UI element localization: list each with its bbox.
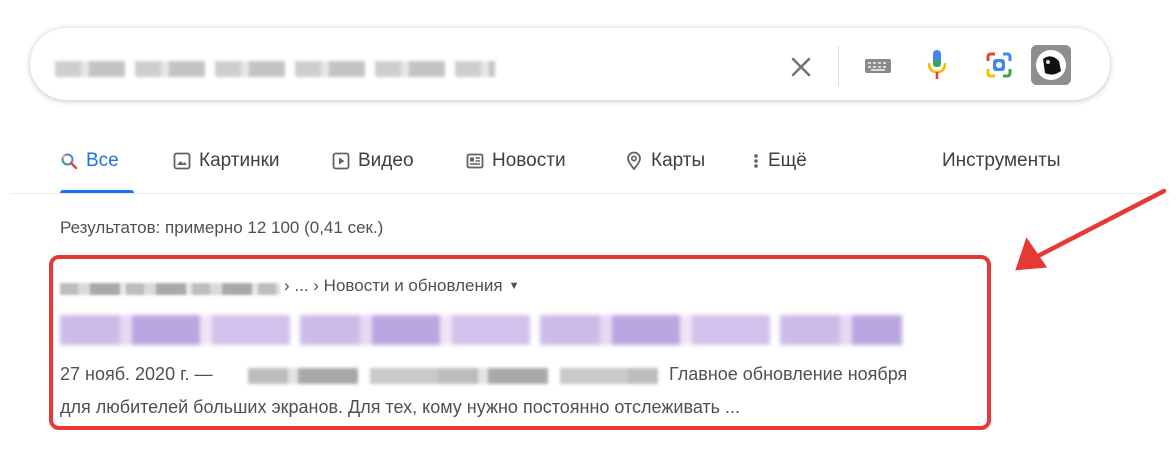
microphone-icon[interactable] <box>926 48 948 82</box>
avatar-image-icon <box>1031 45 1071 85</box>
close-icon[interactable] <box>786 52 816 82</box>
image-icon <box>173 152 191 170</box>
tabs-divider <box>10 193 1170 194</box>
tab-maps-label: Карты <box>651 150 706 171</box>
tab-images-label: Картинки <box>199 150 280 171</box>
more-vert-icon <box>754 154 758 168</box>
map-pin-icon <box>627 151 641 171</box>
tab-news-label: Новости <box>492 150 566 171</box>
tab-all-label: Все <box>86 150 119 171</box>
search-query-blurred[interactable] <box>55 61 495 77</box>
video-icon <box>332 152 350 170</box>
camera-lens-icon[interactable] <box>984 50 1014 80</box>
news-icon <box>466 153 484 169</box>
tab-maps[interactable]: Карты <box>625 146 705 176</box>
tab-video-label: Видео <box>358 150 414 171</box>
annotation-arrow-icon <box>1015 188 1167 271</box>
search-icon <box>61 153 78 170</box>
tab-news[interactable]: Новости <box>466 146 566 176</box>
user-avatar[interactable] <box>1031 45 1071 85</box>
search-bar-divider <box>838 46 839 86</box>
keyboard-icon[interactable] <box>864 56 892 76</box>
tab-more-label: Ещё <box>768 150 807 171</box>
highlight-box <box>49 255 991 430</box>
tab-more[interactable]: Ещё <box>752 146 807 176</box>
tab-all[interactable]: Все <box>60 146 119 176</box>
tools-button[interactable]: Инструменты <box>942 146 1060 176</box>
tab-video[interactable]: Видео <box>332 146 414 176</box>
result-stats: Результатов: примерно 12 100 (0,41 сек.) <box>60 218 384 237</box>
tab-images[interactable]: Картинки <box>173 146 280 176</box>
